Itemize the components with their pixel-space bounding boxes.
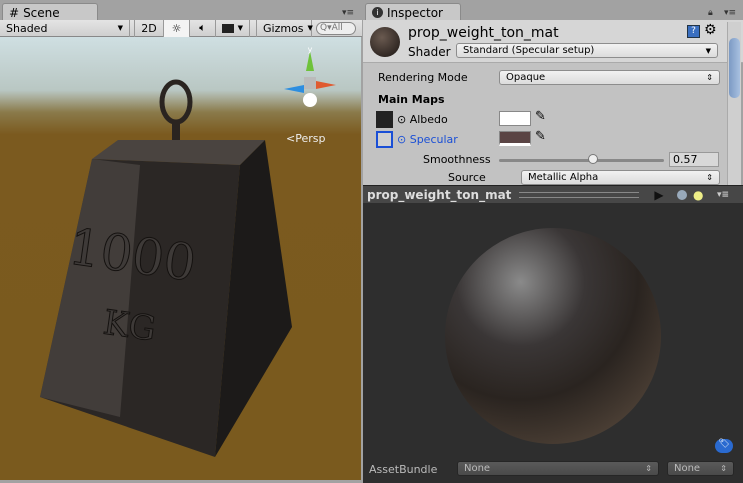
shader-label: Shader [408, 45, 451, 59]
label-tag-icon[interactable]: 🏷︎ [715, 439, 733, 453]
material-preview[interactable]: 🏷︎ AssetBundle None ⇕ None ⇕ [363, 203, 743, 483]
search-placeholder: All [331, 22, 343, 33]
material-thumbnail [370, 27, 400, 57]
main-maps-heading: Main Maps [378, 93, 445, 106]
material-name: prop_weight_ton_mat [408, 25, 559, 41]
smoothness-slider-thumb[interactable] [588, 154, 598, 164]
audio-toggle[interactable]: 🔈︎ [190, 19, 216, 37]
svg-text:y: y [308, 45, 313, 54]
2d-toggle[interactable]: 2D [134, 19, 164, 37]
preview-menu-icon[interactable]: ▾≡ [717, 190, 743, 200]
preview-title: prop_weight_ton_mat [367, 187, 512, 202]
weight-ring [159, 79, 193, 125]
asset-bundle-variant-dropdown[interactable]: None ⇕ [667, 461, 734, 476]
eyedropper-icon[interactable]: ✎ [535, 109, 546, 124]
source-value: Metallic Alpha [528, 172, 599, 183]
tab-inspector-label: Inspector [387, 5, 443, 20]
specular-texture-slot[interactable] [376, 131, 393, 148]
asset-bundle-dropdown[interactable]: None ⇕ [457, 461, 659, 476]
source-dropdown[interactable]: Metallic Alpha ⇕ [521, 170, 720, 185]
help-icon[interactable]: ? [687, 25, 700, 38]
rendering-mode-label: Rendering Mode [378, 71, 468, 84]
specular-text: Specular [409, 133, 458, 146]
preview-lights-icon[interactable]: ● [693, 188, 717, 202]
weight-label-kg: KG [101, 303, 159, 350]
preview-sphere-icon[interactable] [671, 189, 693, 200]
info-icon: i [372, 7, 383, 18]
inspector-scrollbar[interactable] [727, 22, 741, 185]
preview-sphere [445, 228, 661, 444]
tab-scene[interactable]: # Scene [2, 3, 98, 21]
play-icon[interactable]: ▶ [647, 188, 671, 202]
effects-dropdown[interactable]: ▼ [216, 19, 250, 37]
shader-dropdown[interactable]: Standard (Specular setup) ▼ [456, 43, 718, 58]
scene-toolbar: Shaded ▼ 2D ☼ 🔈︎ ▼ Gizmos ▼ Q▾All [0, 19, 362, 37]
image-icon [222, 23, 234, 33]
lock-icon[interactable]: 🔒︎ [708, 8, 713, 18]
smoothness-slider[interactable] [499, 159, 664, 162]
specular-label: ⊙ Specular [397, 133, 458, 146]
material-properties: Rendering Mode Opaque ⇕ Main Maps ⊙ Albed… [363, 63, 736, 185]
smoothness-input[interactable]: 0.57 [669, 152, 719, 167]
panel-menu-icon[interactable]: ▾≡ [342, 8, 354, 18]
search-icon: Q▾ [320, 22, 332, 33]
panel-menu-icon[interactable]: ▾≡ [724, 8, 736, 18]
albedo-text: Albedo [409, 113, 448, 126]
eyedropper-icon[interactable]: ✎ [535, 129, 546, 144]
projection-label: Persp [295, 132, 326, 145]
preview-header[interactable]: prop_weight_ton_mat ▶ ● ▾≡ [363, 185, 743, 203]
grid-icon: # [9, 5, 20, 20]
specular-color-field[interactable] [499, 131, 531, 146]
scrollbar-thumb[interactable] [729, 38, 740, 98]
scene-viewport[interactable]: 1000 KG y <Persp [0, 37, 361, 480]
gizmos-label: Gizmos [263, 21, 304, 35]
shading-mode-dropdown[interactable]: Shaded ▼ [0, 19, 130, 37]
tab-scene-label: Scene [23, 5, 60, 20]
sun-icon: ☼ [171, 21, 182, 35]
albedo-color-field[interactable] [499, 111, 531, 126]
albedo-label: ⊙ Albedo [397, 113, 448, 126]
smoothness-value: 0.57 [673, 153, 698, 166]
source-label: Source [448, 171, 486, 184]
shading-mode-label: Shaded [6, 21, 48, 35]
gizmos-dropdown[interactable]: Gizmos ▼ [256, 19, 313, 37]
2d-label: 2D [141, 21, 157, 35]
speaker-icon: 🔈︎ [199, 21, 206, 34]
gear-icon[interactable]: ⚙ [704, 22, 717, 38]
projection-toggle[interactable]: <Persp [286, 132, 325, 145]
material-header: prop_weight_ton_mat Shader Standard (Spe… [363, 20, 743, 63]
scene-search-input[interactable]: Q▾All [316, 21, 356, 35]
rendering-mode-value: Opaque [506, 72, 546, 83]
asset-bundle-label: AssetBundle [369, 463, 438, 476]
scene-orientation-gizmo[interactable]: y [280, 45, 340, 115]
tab-inspector[interactable]: i Inspector [365, 3, 461, 21]
asset-bundle-variant-value: None [674, 463, 701, 474]
albedo-texture-slot[interactable] [376, 111, 393, 128]
lighting-toggle[interactable]: ☼ [164, 19, 190, 37]
asset-bundle-value: None [464, 463, 491, 474]
shader-value: Standard (Specular setup) [463, 45, 595, 56]
rendering-mode-dropdown[interactable]: Opaque ⇕ [499, 70, 720, 85]
smoothness-label: Smoothness [423, 153, 491, 166]
